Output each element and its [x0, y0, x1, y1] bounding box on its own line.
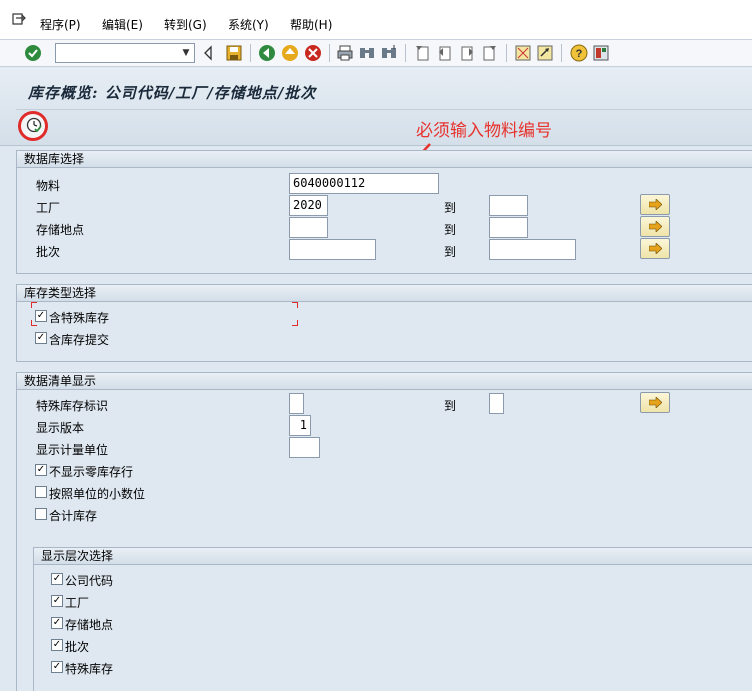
- collapse-icon[interactable]: [203, 44, 213, 62]
- arrow-right-icon: [649, 397, 662, 408]
- menu-system[interactable]: 系统(Y): [228, 16, 269, 33]
- arrow-right-icon: [649, 221, 662, 232]
- menu-help[interactable]: 帮助(H): [290, 16, 332, 33]
- hierarchy-batch-checkbox[interactable]: ✓: [51, 639, 63, 651]
- version-label: 显示版本: [36, 421, 85, 435]
- total-stock-checkbox[interactable]: [35, 508, 47, 520]
- hierarchy-special-label: 特殊库存: [65, 662, 114, 676]
- total-stock-label: 合计库存: [49, 509, 98, 523]
- check-icon[interactable]: [24, 44, 42, 62]
- next-page-icon[interactable]: [458, 44, 476, 62]
- special-id-to-input[interactable]: [489, 393, 504, 414]
- find-icon[interactable]: [358, 44, 376, 62]
- batch-multiple-selection-button[interactable]: [640, 238, 670, 259]
- find-next-icon[interactable]: [380, 44, 398, 62]
- hierarchy-batch-label: 批次: [65, 640, 90, 654]
- batch-to-input[interactable]: [489, 239, 576, 260]
- special-id-to-label: 到: [444, 399, 457, 413]
- storage-from-input[interactable]: [289, 217, 328, 238]
- unit-decimals-label: 按照单位的小数位: [49, 487, 146, 501]
- help-icon[interactable]: ?: [570, 44, 588, 62]
- no-zero-stock-checkbox[interactable]: ✓: [35, 464, 47, 476]
- exit-icon[interactable]: [281, 44, 299, 62]
- back-icon[interactable]: [258, 44, 276, 62]
- page-title: 库存概览: 公司代码/工厂/存储地点/批次: [28, 84, 317, 102]
- material-label: 物料: [36, 179, 61, 193]
- title-band: [0, 68, 752, 146]
- storage-to-input[interactable]: [489, 217, 528, 238]
- version-input[interactable]: 1: [289, 415, 311, 436]
- execute-clock-icon[interactable]: [26, 117, 42, 133]
- save-icon[interactable]: [225, 44, 243, 62]
- hierarchy-plant-label: 工厂: [65, 596, 90, 610]
- material-input[interactable]: 6040000112: [289, 173, 439, 194]
- group-header: 数据库选择: [17, 151, 752, 168]
- special-id-label: 特殊库存标识: [36, 399, 109, 413]
- arrow-right-icon: [649, 199, 662, 210]
- menu-goto[interactable]: 转到(G): [164, 16, 207, 33]
- svg-text:?: ?: [576, 48, 583, 60]
- group-hierarchy: 显示层次选择: [33, 547, 752, 691]
- no-zero-stock-label: 不显示零库存行: [49, 465, 134, 479]
- toolbar: ▼ ?: [0, 40, 752, 67]
- group-header: 库存类型选择: [17, 285, 752, 302]
- hierarchy-plant-checkbox[interactable]: ✓: [51, 595, 63, 607]
- menu-program[interactable]: 程序(P): [40, 16, 81, 33]
- menu-edit[interactable]: 编辑(E): [102, 16, 143, 33]
- special-stock-label: 含特殊库存: [49, 311, 110, 325]
- special-id-from-input[interactable]: [289, 393, 304, 414]
- arrow-right-icon: [649, 243, 662, 254]
- hierarchy-company-checkbox[interactable]: ✓: [51, 573, 63, 585]
- layout-icon[interactable]: [592, 44, 610, 62]
- cancel-icon[interactable]: [304, 44, 322, 62]
- batch-to-label: 到: [444, 245, 457, 259]
- special-stock-checkbox[interactable]: ✓: [35, 310, 47, 322]
- plant-to-input[interactable]: [489, 195, 528, 216]
- stock-commit-checkbox[interactable]: ✓: [35, 332, 47, 344]
- batch-from-input[interactable]: [289, 239, 376, 260]
- plant-multiple-selection-button[interactable]: [640, 194, 670, 215]
- hierarchy-storage-checkbox[interactable]: ✓: [51, 617, 63, 629]
- storage-label: 存储地点: [36, 223, 85, 237]
- command-field[interactable]: ▼: [55, 43, 195, 63]
- prev-page-icon[interactable]: [436, 44, 454, 62]
- uom-input[interactable]: [289, 437, 320, 458]
- chevron-down-icon[interactable]: ▼: [180, 47, 192, 59]
- hierarchy-company-label: 公司代码: [65, 574, 114, 588]
- print-icon[interactable]: [336, 44, 354, 62]
- hierarchy-storage-label: 存储地点: [65, 618, 114, 632]
- group-stock-type: 库存类型选择: [16, 284, 752, 362]
- group-header: 显示层次选择: [34, 548, 752, 565]
- uom-label: 显示计量单位: [36, 443, 109, 457]
- last-page-icon[interactable]: [480, 44, 498, 62]
- hierarchy-special-checkbox[interactable]: ✓: [51, 661, 63, 673]
- plant-from-input[interactable]: 2020: [289, 195, 328, 216]
- unit-decimals-checkbox[interactable]: [35, 486, 47, 498]
- system-menu-icon[interactable]: [12, 13, 26, 25]
- shortcut-icon[interactable]: [536, 44, 554, 62]
- storage-to-label: 到: [444, 223, 457, 237]
- plant-label: 工厂: [36, 201, 61, 215]
- first-page-icon[interactable]: [414, 44, 432, 62]
- group-header: 数据清单显示: [17, 373, 752, 390]
- special-id-multiple-selection-button[interactable]: [640, 392, 670, 413]
- plant-to-label: 到: [444, 201, 457, 215]
- stock-commit-label: 含库存提交: [49, 333, 110, 347]
- batch-label: 批次: [36, 245, 61, 259]
- storage-multiple-selection-button[interactable]: [640, 216, 670, 237]
- create-session-icon[interactable]: [514, 44, 532, 62]
- menu-bar: 程序(P) 编辑(E) 转到(G) 系统(Y) 帮助(H): [0, 0, 752, 40]
